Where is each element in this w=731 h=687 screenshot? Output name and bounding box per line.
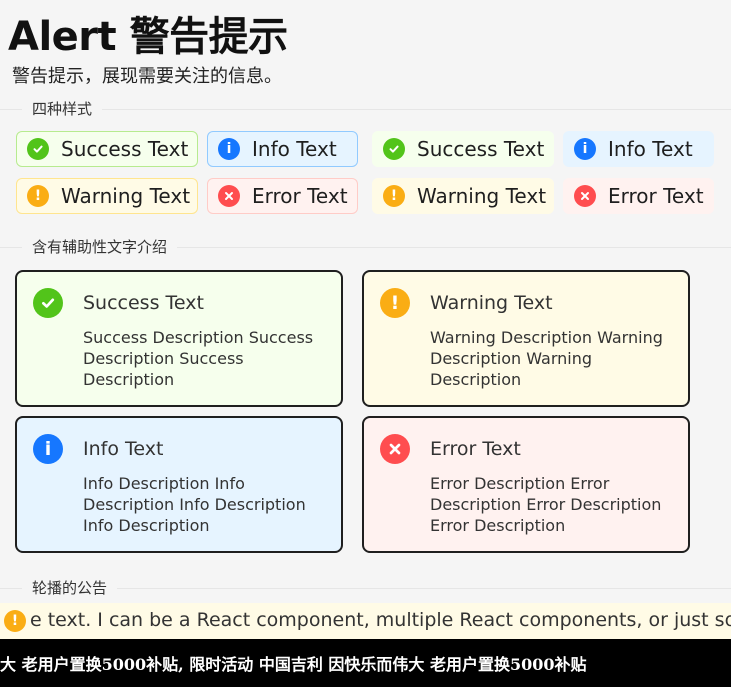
divider-line <box>0 109 731 110</box>
section-divider-carousel: 轮播的公告 <box>0 577 731 599</box>
close-circle-icon <box>218 185 240 207</box>
section-title: 四种样式 <box>22 98 103 119</box>
alert-description: Info Description Info Description Info D… <box>83 474 306 535</box>
exclamation-icon: ! <box>4 610 26 632</box>
close-circle-icon <box>574 185 596 207</box>
check-circle-icon <box>33 288 63 318</box>
alert-message: Warning Text <box>430 292 553 314</box>
alert-warning-borderless: ! Warning Text <box>372 178 554 214</box>
section-title: 轮播的公告 <box>22 577 118 598</box>
alert-warning: ! Warning Text <box>16 178 198 214</box>
page-subtitle: 警告提示，展现需要关注的信息。 <box>12 66 282 87</box>
alert-message: Warning Text <box>61 184 191 208</box>
info-circle-icon: i <box>33 434 63 464</box>
alert-error-borderless: Error Text <box>563 178 714 214</box>
check-circle-icon <box>27 138 49 160</box>
alert-message: Info Text <box>252 137 337 161</box>
alert-info: i Info Text <box>207 131 358 167</box>
alert-error-with-description: Error Text Error Description Error Descr… <box>362 416 690 553</box>
scrolling-ticker: 大 老用户置换5000补贴, 限时活动 中国吉利 因快乐而伟大 老用户置换500… <box>0 639 731 687</box>
alert-message: Error Text <box>608 184 704 208</box>
info-circle-icon: i <box>574 138 596 160</box>
alert-description: Error Description Error Description Erro… <box>430 474 662 535</box>
alert-message: Success Text <box>61 137 189 161</box>
alert-message: Warning Text <box>417 184 547 208</box>
ticker-text: 大 老用户置换5000补贴, 限时活动 中国吉利 因快乐而伟大 老用户置换500… <box>0 655 587 674</box>
marquee-text: e text. I can be a React component, mult… <box>30 609 731 631</box>
exclamation-circle-icon: ! <box>380 288 410 318</box>
info-circle-icon: i <box>218 138 240 160</box>
alert-info-borderless: i Info Text <box>563 131 714 167</box>
alert-error: Error Text <box>207 178 358 214</box>
close-circle-icon <box>380 434 410 464</box>
alert-message: Error Text <box>252 184 348 208</box>
page-title: Alert 警告提示 <box>8 14 288 60</box>
section-divider-description: 含有辅助性文字介绍 <box>0 236 731 258</box>
exclamation-circle-icon: ! <box>383 185 405 207</box>
alert-description: Warning Description Warning Description … <box>430 328 663 389</box>
alert-message: Error Text <box>430 438 521 460</box>
alert-warning-with-description: ! Warning Text Warning Description Warni… <box>362 270 690 407</box>
alert-success-with-description: Success Text Success Description Success… <box>15 270 343 407</box>
alert-success: Success Text <box>16 131 198 167</box>
alert-info-with-description: i Info Text Info Description Info Descri… <box>15 416 343 553</box>
alert-success-borderless: Success Text <box>372 131 554 167</box>
alert-message: Success Text <box>417 137 545 161</box>
alert-message: Info Text <box>608 137 693 161</box>
marquee-banner: ! e text. I can be a React component, mu… <box>0 603 731 639</box>
alert-message: Success Text <box>83 292 204 314</box>
section-divider-four-styles: 四种样式 <box>0 98 731 120</box>
check-circle-icon <box>383 138 405 160</box>
exclamation-circle-icon: ! <box>27 185 49 207</box>
alert-description: Success Description Success Description … <box>83 328 314 389</box>
alert-message: Info Text <box>83 438 164 460</box>
section-title: 含有辅助性文字介绍 <box>22 236 178 257</box>
